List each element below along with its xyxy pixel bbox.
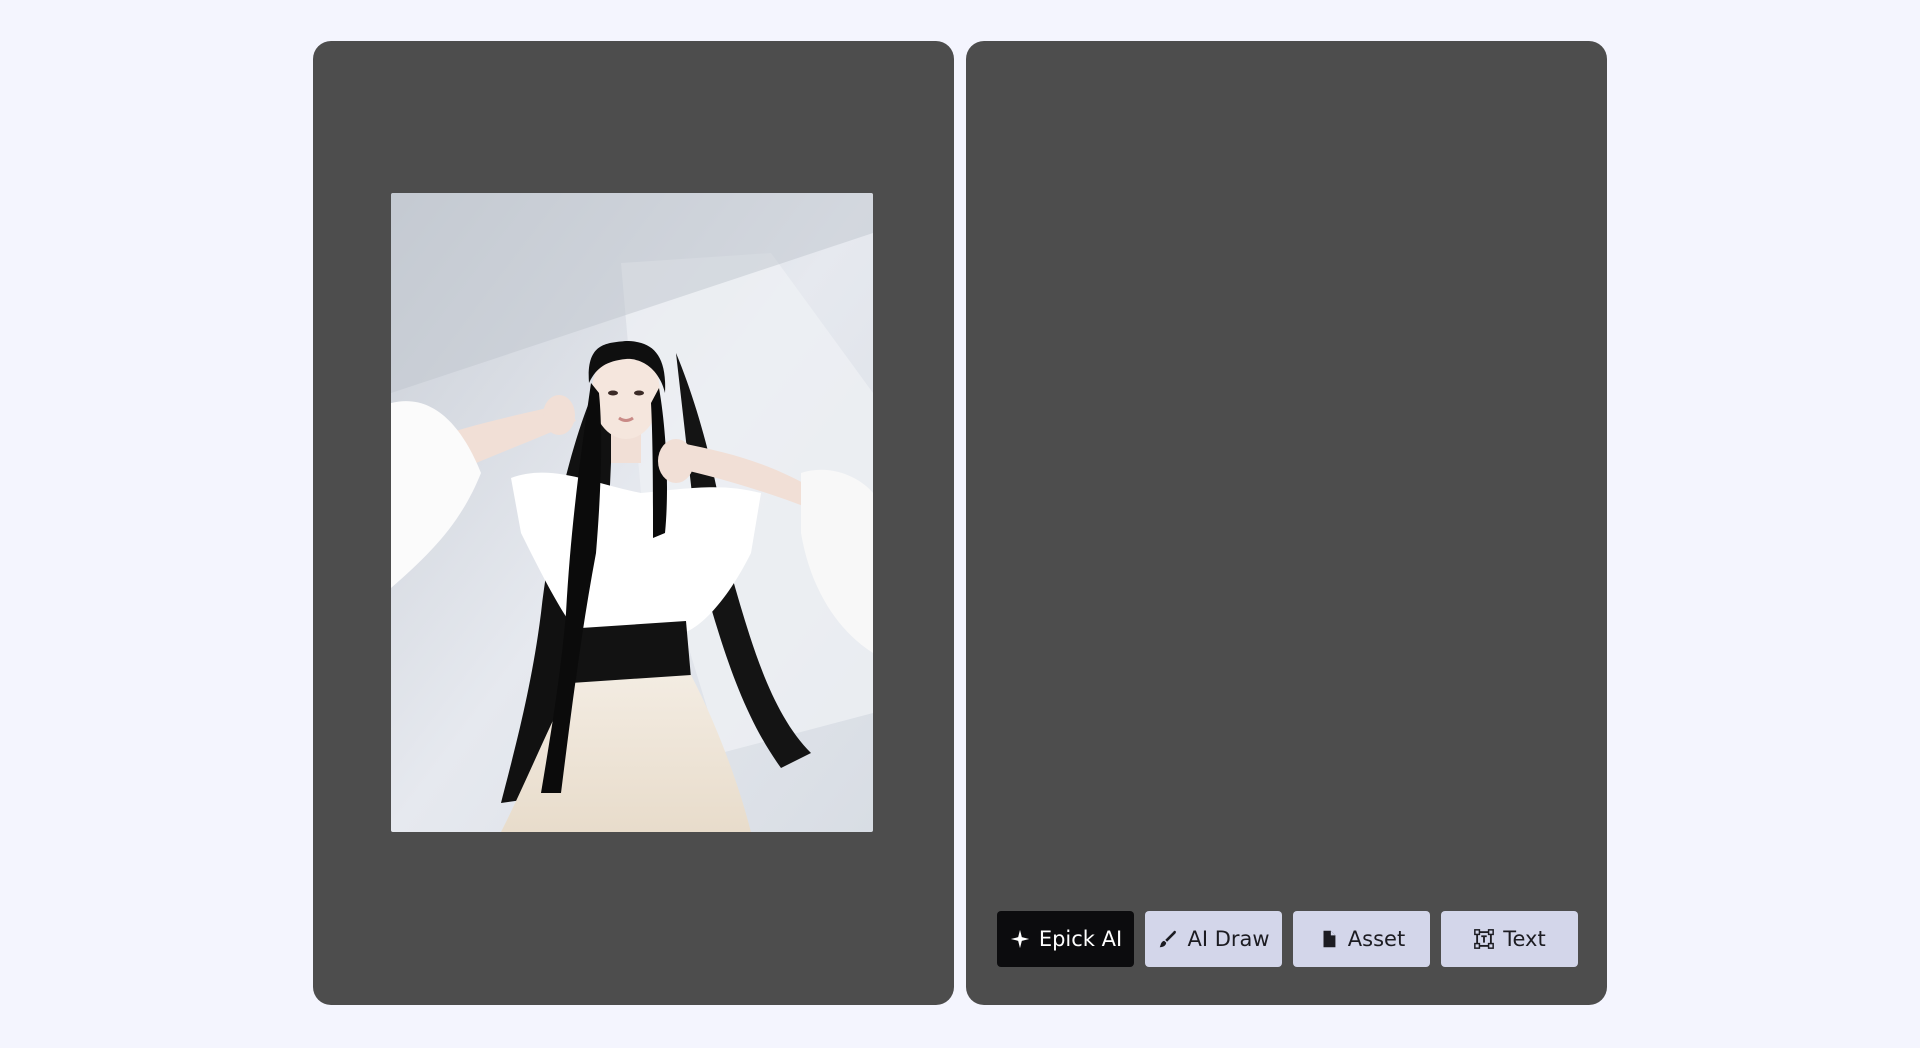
text-button[interactable]: Text [1441, 911, 1578, 967]
result-canvas-panel[interactable]: Epick AI AI Draw Asset Text [966, 41, 1607, 1005]
editor-stage: Epick AI AI Draw Asset Text [0, 0, 1920, 1048]
text-frame-icon [1473, 928, 1495, 950]
source-photo[interactable] [391, 193, 873, 832]
document-icon [1318, 928, 1340, 950]
brush-icon [1157, 928, 1179, 950]
asset-button[interactable]: Asset [1293, 911, 1430, 967]
portrait-photo-illustration [391, 193, 873, 832]
epick-ai-button[interactable]: Epick AI [997, 911, 1134, 967]
epick-ai-label: Epick AI [1038, 927, 1123, 951]
text-label: Text [1503, 927, 1546, 951]
ai-draw-label: AI Draw [1187, 927, 1270, 951]
sparkle-icon [1009, 928, 1031, 950]
ai-draw-button[interactable]: AI Draw [1145, 911, 1282, 967]
tool-bar: Epick AI AI Draw Asset Text [997, 911, 1578, 967]
asset-label: Asset [1347, 927, 1406, 951]
source-image-panel [313, 41, 954, 1005]
